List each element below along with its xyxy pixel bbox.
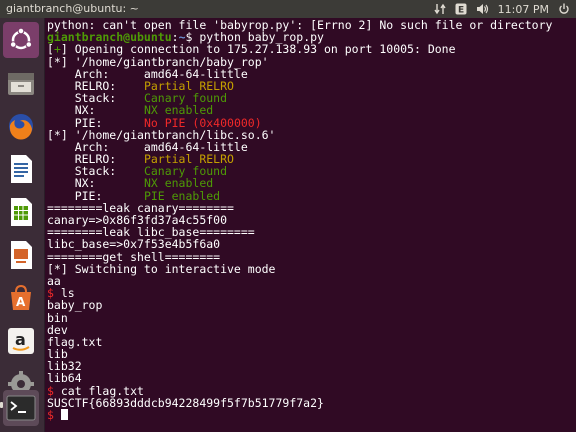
svg-text:E: E xyxy=(458,6,464,16)
terminal-line: lib xyxy=(47,348,576,360)
terminal-cursor xyxy=(60,409,68,420)
amazon-icon[interactable]: a xyxy=(3,323,39,359)
libreoffice-calc-icon[interactable] xyxy=(3,194,39,230)
libreoffice-impress-icon[interactable] xyxy=(3,237,39,273)
terminal-text: [*] Switching to interactive mode xyxy=(47,261,276,276)
terminal-line: SUSCTF{66893dddcb94228499f5f7b51779f7a2} xyxy=(47,397,576,409)
terminal-text: SUSCTF{66893dddcb94228499f5f7b51779f7a2} xyxy=(47,395,324,410)
ubuntu-dash-icon[interactable] xyxy=(3,22,39,58)
terminal-line: dev xyxy=(47,324,576,336)
terminal-line: aa xyxy=(47,275,576,287)
software-center-icon[interactable]: A xyxy=(3,280,39,316)
window-title: giantbranch@ubuntu: ~ xyxy=(6,2,139,15)
terminal-line: baby_rop xyxy=(47,299,576,311)
clock[interactable]: 11:07 PM xyxy=(498,3,549,16)
keyboard-icon[interactable]: E xyxy=(455,3,467,15)
svg-text:a: a xyxy=(15,330,26,349)
top-panel: giantbranch@ubuntu: ~ E 11:07 PM xyxy=(0,0,576,18)
launcher: A a xyxy=(0,18,45,432)
terminal-line: $ xyxy=(47,409,576,421)
power-icon[interactable] xyxy=(558,3,570,15)
volume-icon[interactable] xyxy=(476,3,489,15)
terminal-icon[interactable] xyxy=(3,390,39,426)
network-icon[interactable] xyxy=(434,3,446,15)
terminal-line: [*] Switching to interactive mode xyxy=(47,263,576,275)
terminal-output[interactable]: python: can't open file 'babyrop.py': [E… xyxy=(47,18,576,432)
terminal-line: flag.txt xyxy=(47,336,576,348)
files-icon[interactable] xyxy=(3,65,39,101)
terminal-line: lib32 xyxy=(47,360,576,372)
terminal-text: $ xyxy=(47,408,61,422)
terminal-line: bin xyxy=(47,311,576,324)
terminal-line: $ ls xyxy=(47,287,576,299)
svg-text:A: A xyxy=(16,295,26,309)
libreoffice-writer-icon[interactable] xyxy=(3,151,39,187)
system-tray: E 11:07 PM xyxy=(434,1,570,17)
firefox-icon[interactable] xyxy=(3,108,39,144)
